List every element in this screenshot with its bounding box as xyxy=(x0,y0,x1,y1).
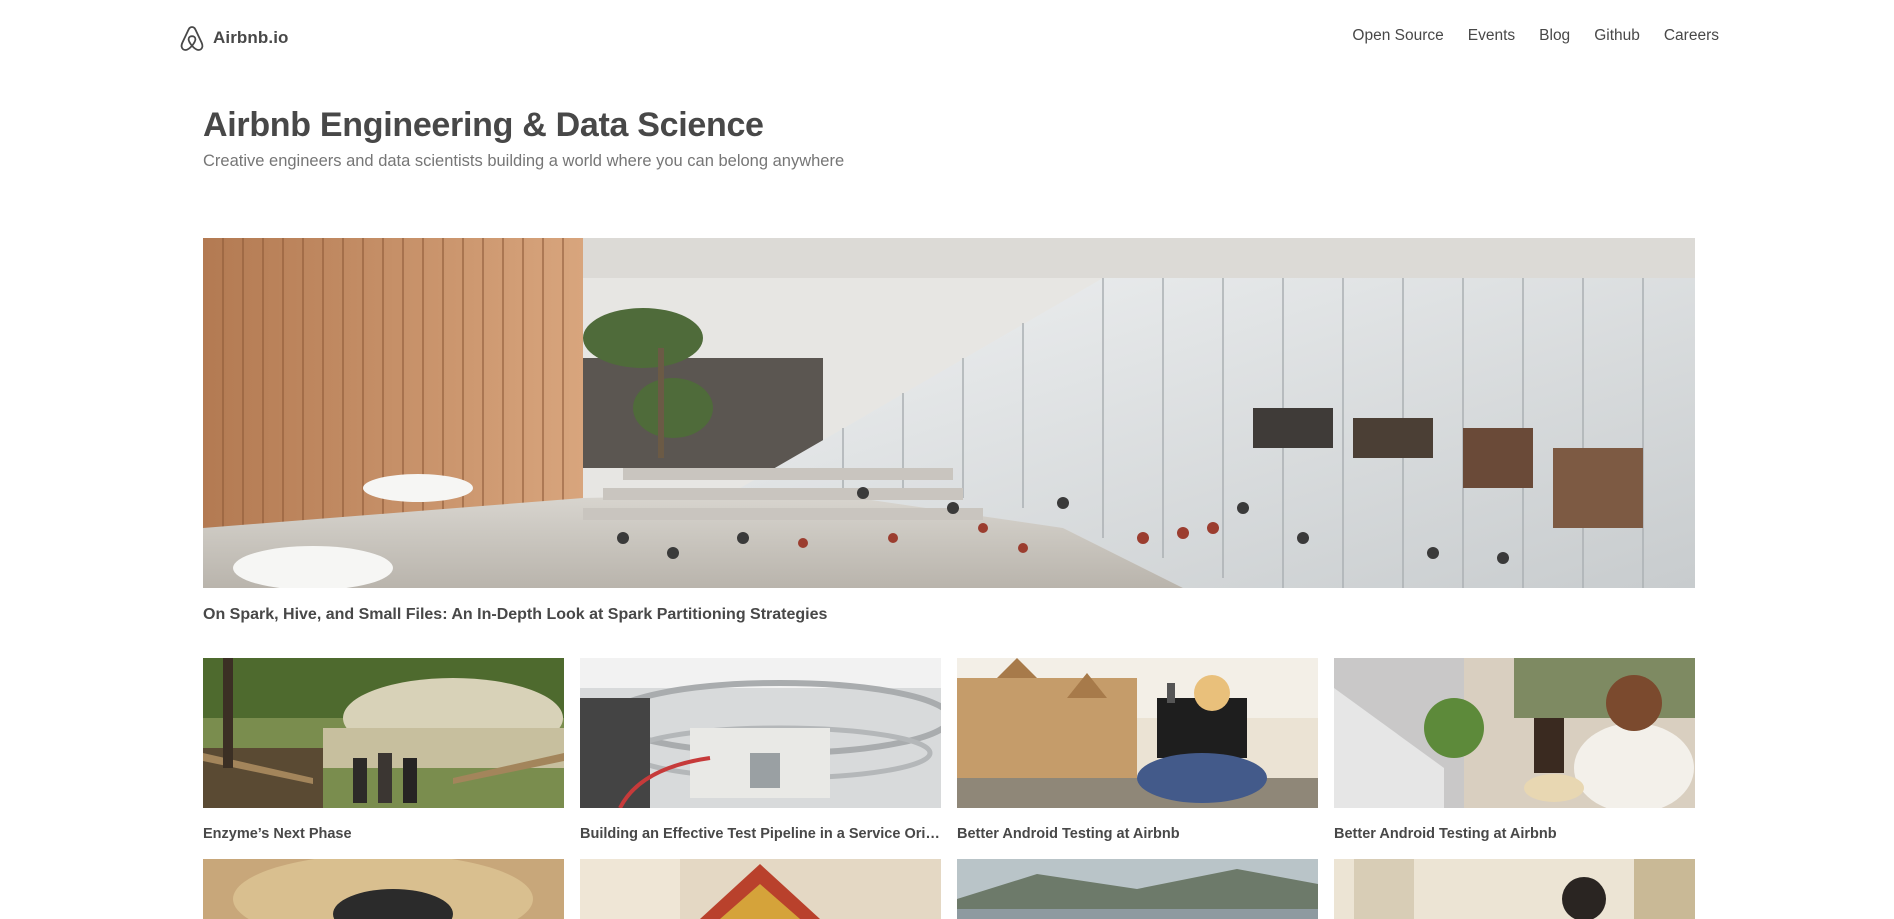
post-card[interactable]: Building an Effective Test Pipeline in a… xyxy=(580,658,941,843)
post-card[interactable] xyxy=(203,859,564,919)
post-card-image[interactable] xyxy=(203,859,564,919)
airbnb-logo-icon xyxy=(179,24,205,52)
featured-post-title[interactable]: On Spark, Hive, and Small Files: An In-D… xyxy=(203,606,1695,624)
top-nav: Airbnb.io Open Source Events Blog Github… xyxy=(0,0,1894,76)
nav-link-careers[interactable]: Careers xyxy=(1664,27,1719,45)
post-card-title[interactable]: Building an Effective Test Pipeline in a… xyxy=(580,825,941,843)
nav-link-events[interactable]: Events xyxy=(1468,27,1515,45)
post-grid: Enzyme’s Next Phase Building an Effectiv… xyxy=(203,658,1695,919)
post-card-image[interactable] xyxy=(1334,658,1695,808)
nav-link-open-source[interactable]: Open Source xyxy=(1352,27,1443,45)
page-subtitle: Creative engineers and data scientists b… xyxy=(203,152,845,170)
featured-image[interactable] xyxy=(203,238,1695,588)
page-header: Airbnb Engineering & Data Science Creati… xyxy=(203,104,844,172)
featured-post[interactable]: On Spark, Hive, and Small Files: An In-D… xyxy=(203,238,1695,624)
post-card-title[interactable]: Better Android Testing at Airbnb xyxy=(1334,825,1695,843)
nav-link-blog[interactable]: Blog xyxy=(1539,27,1570,45)
post-card-image[interactable] xyxy=(957,859,1318,919)
post-card[interactable]: Enzyme’s Next Phase xyxy=(203,658,564,843)
post-card[interactable]: Better Android Testing at Airbnb xyxy=(1334,658,1695,843)
post-card-image[interactable] xyxy=(203,658,564,808)
post-card[interactable] xyxy=(580,859,941,919)
page-title: Airbnb Engineering & Data Science xyxy=(203,106,764,144)
post-card[interactable] xyxy=(1334,859,1695,919)
nav-links: Open Source Events Blog Github Careers xyxy=(1352,27,1719,45)
post-card[interactable]: Better Android Testing at Airbnb xyxy=(957,658,1318,843)
brand-name: Airbnb.io xyxy=(213,28,289,47)
post-card-image[interactable] xyxy=(580,658,941,808)
post-card-title[interactable]: Enzyme’s Next Phase xyxy=(203,825,564,843)
post-card[interactable] xyxy=(957,859,1318,919)
nav-link-github[interactable]: Github xyxy=(1594,27,1640,45)
post-card-title[interactable]: Better Android Testing at Airbnb xyxy=(957,825,1318,843)
post-card-image[interactable] xyxy=(1334,859,1695,919)
post-card-image[interactable] xyxy=(957,658,1318,808)
brand-link[interactable]: Airbnb.io xyxy=(179,24,289,52)
post-card-image[interactable] xyxy=(580,859,941,919)
